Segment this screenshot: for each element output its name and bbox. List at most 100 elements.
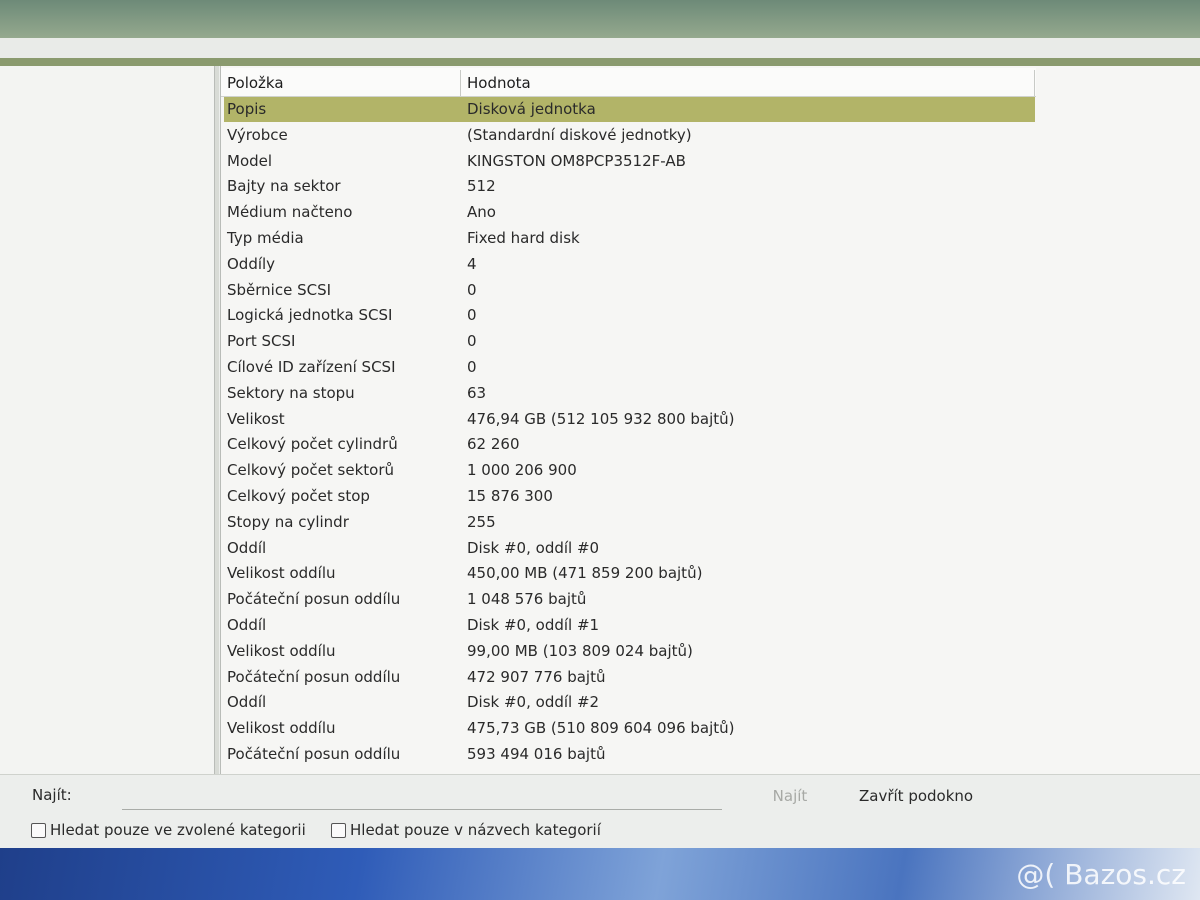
row-value-cell: Disková jednotka bbox=[467, 100, 596, 118]
row-value-cell: 62 260 bbox=[467, 435, 520, 454]
row-value-cell: Disk #0, oddíl #0 bbox=[467, 538, 600, 557]
row-value-cell: 450,00 MB (471 859 200 bajtů) bbox=[467, 564, 703, 583]
row-value-cell: 475,73 GB (510 809 604 096 bajtů) bbox=[467, 719, 735, 738]
row-item-cell: Velikost oddílu bbox=[227, 719, 336, 738]
row-item-cell: Velikost oddílu bbox=[227, 564, 336, 583]
list-row[interactable]: Typ média Fixed hard disk bbox=[221, 226, 1200, 252]
details-list-pane[interactable]: Položka Hodnota Popis Disková jednotka Výr… bbox=[220, 66, 1200, 774]
menu-bar bbox=[0, 38, 1200, 58]
row-item-cell: Cílové ID zařízení SCSI bbox=[227, 357, 396, 376]
row-item-cell: Typ média bbox=[227, 228, 304, 247]
row-item-cell: Port SCSI bbox=[227, 332, 296, 351]
list-row[interactable]: Model KINGSTON OM8PCP3512F-AB bbox=[221, 149, 1200, 175]
list-row[interactable]: Velikost oddílu 450,00 MB (471 859 200 ba… bbox=[221, 561, 1200, 587]
row-item-cell: Médium načteno bbox=[227, 203, 353, 222]
row-item-cell: Popis bbox=[227, 100, 267, 118]
list-header: Položka Hodnota bbox=[221, 68, 1036, 97]
list-row[interactable]: Logická jednotka SCSI 0 bbox=[221, 303, 1200, 329]
row-value-cell: 15 876 300 bbox=[467, 486, 553, 505]
list-row[interactable]: Bajty na sektor 512 bbox=[221, 174, 1200, 200]
row-item-cell: Oddíl bbox=[227, 615, 267, 634]
row-item-cell: Oddíly bbox=[227, 254, 276, 273]
row-item-cell: Velikost bbox=[227, 409, 285, 428]
row-value-cell: 99,00 MB (103 809 024 bajtů) bbox=[467, 641, 693, 660]
column-header-item[interactable]: Položka bbox=[227, 68, 461, 96]
row-value-cell: 0 bbox=[467, 306, 477, 325]
row-item-cell: Výrobce bbox=[227, 125, 288, 144]
row-value-cell: Disk #0, oddíl #2 bbox=[467, 693, 600, 712]
row-item-cell: Oddíl bbox=[227, 538, 267, 557]
row-item-cell: Celkový počet stop bbox=[227, 486, 370, 505]
row-value-cell: Fixed hard disk bbox=[467, 228, 580, 247]
row-value-cell: 512 bbox=[467, 177, 496, 196]
row-value-cell: Ano bbox=[467, 203, 496, 222]
row-item-cell: Počáteční posun oddílu bbox=[227, 590, 401, 609]
row-value-cell: 0 bbox=[467, 280, 477, 299]
row-value-cell: Disk #0, oddíl #1 bbox=[467, 615, 600, 634]
category-tree-pane[interactable] bbox=[0, 66, 215, 774]
row-item-cell: Počáteční posun oddílu bbox=[227, 744, 401, 763]
row-item-cell: Bajty na sektor bbox=[227, 177, 341, 196]
window-title-bar bbox=[0, 0, 1200, 38]
row-item-cell: Stopy na cylindr bbox=[227, 512, 349, 531]
list-row[interactable]: Celkový počet sektorů 1 000 206 900 bbox=[221, 458, 1200, 484]
window-accent-line bbox=[0, 58, 1200, 66]
row-value-cell: 1 000 206 900 bbox=[467, 461, 577, 480]
watermark: @( Bazos.cz bbox=[1016, 858, 1186, 891]
pane-splitter[interactable] bbox=[215, 66, 219, 774]
column-header-value[interactable]: Hodnota bbox=[467, 68, 1027, 96]
row-value-cell: (Standardní diskové jednotky) bbox=[467, 125, 692, 144]
list-row[interactable]: Celkový počet stop 15 876 300 bbox=[221, 484, 1200, 510]
selection-highlight bbox=[224, 97, 1035, 122]
row-item-cell: Sektory na stopu bbox=[227, 383, 355, 402]
find-bar: Najít: Najít Zavřít podokno Hledat pouze… bbox=[0, 774, 1200, 849]
list-row[interactable]: Počáteční posun oddílu 472 907 776 bajtů bbox=[221, 665, 1200, 691]
find-input[interactable] bbox=[122, 783, 722, 810]
row-item-cell: Logická jednotka SCSI bbox=[227, 306, 393, 325]
list-row[interactable]: Počáteční posun oddílu 1 048 576 bajtů bbox=[221, 587, 1200, 613]
row-value-cell: 4 bbox=[467, 254, 477, 273]
row-value-cell: 63 bbox=[467, 383, 487, 402]
list-row[interactable]: Stopy na cylindr 255 bbox=[221, 510, 1200, 536]
list-row[interactable]: Cílové ID zařízení SCSI 0 bbox=[221, 355, 1200, 381]
list-row[interactable]: Port SCSI 0 bbox=[221, 329, 1200, 355]
row-item-cell: Počáteční posun oddílu bbox=[227, 667, 401, 686]
list-row[interactable]: Výrobce (Standardní diskové jednotky) bbox=[221, 123, 1200, 149]
list-row[interactable]: Oddíl Disk #0, oddíl #1 bbox=[221, 613, 1200, 639]
list-row[interactable]: Oddíl Disk #0, oddíl #2 bbox=[221, 690, 1200, 716]
list-row[interactable]: Sběrnice SCSI 0 bbox=[221, 278, 1200, 304]
search-category-names-checkbox[interactable] bbox=[331, 822, 346, 838]
system-information-window: Položka Hodnota Popis Disková jednotka Výr… bbox=[0, 58, 1200, 849]
column-end-divider[interactable] bbox=[1034, 70, 1035, 96]
list-row[interactable]: Počáteční posun oddílu 593 494 016 bajtů bbox=[221, 742, 1200, 768]
list-row[interactable]: Celkový počet cylindrů 62 260 bbox=[221, 432, 1200, 458]
search-selected-category-checkbox[interactable] bbox=[31, 822, 46, 838]
row-value-cell: 0 bbox=[467, 357, 477, 376]
row-item-cell: Model bbox=[227, 151, 273, 170]
list-row[interactable]: Médium načteno Ano bbox=[221, 200, 1200, 226]
column-divider[interactable] bbox=[460, 70, 461, 96]
search-category-names-option[interactable]: Hledat pouze v názvech kategorií bbox=[331, 819, 601, 841]
row-value-cell: 593 494 016 bajtů bbox=[467, 744, 606, 763]
row-item-cell: Celkový počet cylindrů bbox=[227, 435, 398, 454]
find-label: Najít: bbox=[32, 786, 72, 804]
list-row[interactable]: Oddíl Disk #0, oddíl #0 bbox=[221, 536, 1200, 562]
row-item-cell: Oddíl bbox=[227, 693, 267, 712]
find-button[interactable]: Najít bbox=[755, 783, 825, 809]
list-row[interactable]: Sektory na stopu 63 bbox=[221, 381, 1200, 407]
list-row[interactable]: Popis Disková jednotka bbox=[221, 97, 1200, 123]
row-value-cell: KINGSTON OM8PCP3512F-AB bbox=[467, 151, 686, 170]
row-value-cell: 255 bbox=[467, 512, 496, 531]
search-selected-category-label: Hledat pouze ve zvolené kategorii bbox=[50, 821, 306, 839]
list-row[interactable]: Velikost oddílu 99,00 MB (103 809 024 baj… bbox=[221, 639, 1200, 665]
row-value-cell: 0 bbox=[467, 332, 477, 351]
list-row[interactable]: Velikost oddílu 475,73 GB (510 809 604 09… bbox=[221, 716, 1200, 742]
search-selected-category-option[interactable]: Hledat pouze ve zvolené kategorii bbox=[31, 819, 306, 841]
search-category-names-label: Hledat pouze v názvech kategorií bbox=[350, 821, 601, 839]
details-rows: Popis Disková jednotka Výrobce (Standardní … bbox=[221, 97, 1200, 768]
list-row[interactable]: Oddíly 4 bbox=[221, 252, 1200, 278]
list-row[interactable]: Velikost 476,94 GB (512 105 932 800 bajtů… bbox=[221, 407, 1200, 433]
close-find-pane-button[interactable]: Zavřít podokno bbox=[850, 783, 980, 809]
row-value-cell: 1 048 576 bajtů bbox=[467, 590, 587, 609]
row-value-cell: 472 907 776 bajtů bbox=[467, 667, 606, 686]
